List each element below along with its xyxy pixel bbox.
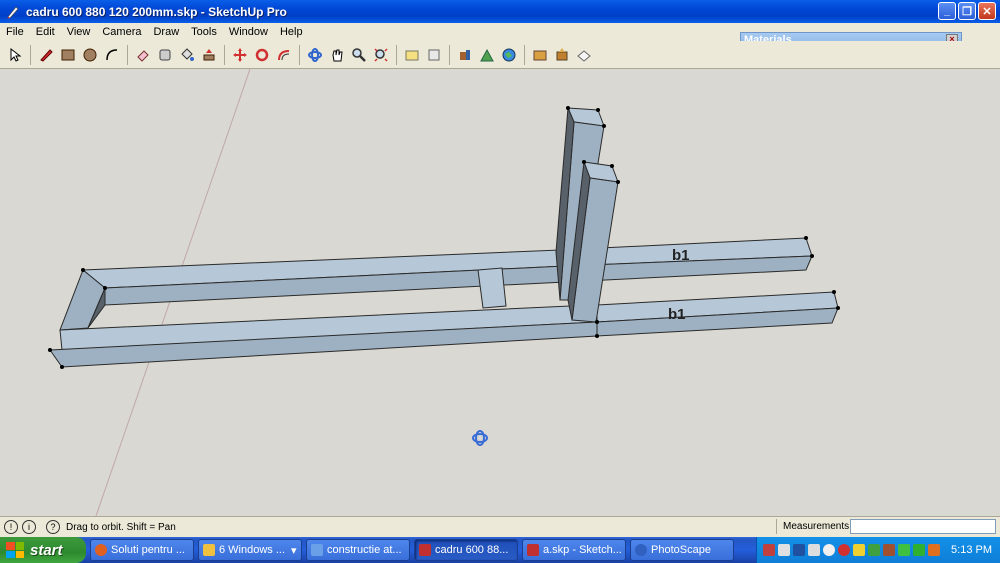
geo-icon[interactable] bbox=[499, 45, 519, 65]
measurements-label: Measurements bbox=[776, 519, 855, 534]
move-icon[interactable] bbox=[230, 45, 250, 65]
pan-icon[interactable] bbox=[327, 45, 347, 65]
taskbar-item-sketchup-a[interactable]: a.skp - Sketch... bbox=[522, 539, 626, 561]
measurements-input[interactable] bbox=[850, 519, 996, 534]
toolbar-separator bbox=[127, 44, 128, 65]
task-label: a.skp - Sketch... bbox=[543, 544, 622, 556]
beam-label-top: b1 bbox=[672, 247, 690, 264]
folder-icon bbox=[203, 544, 215, 556]
components-icon[interactable] bbox=[455, 45, 475, 65]
tray-icon[interactable] bbox=[793, 544, 805, 556]
close-button[interactable]: ✕ bbox=[978, 2, 996, 20]
toolbar-separator bbox=[299, 44, 300, 65]
model-canvas: b1 b1 bbox=[48, 69, 840, 516]
menu-file[interactable]: File bbox=[0, 26, 30, 38]
tray-icon[interactable] bbox=[913, 544, 925, 556]
toolbar-separator bbox=[524, 44, 525, 65]
menu-help[interactable]: Help bbox=[274, 26, 309, 38]
warehouse-icon[interactable] bbox=[477, 45, 497, 65]
sketchup-icon bbox=[419, 544, 431, 556]
firefox-icon bbox=[95, 544, 107, 556]
close-icon: ✕ bbox=[982, 5, 992, 18]
status-bar: ! i ? Drag to orbit. Shift = Pan Measure… bbox=[0, 516, 1000, 537]
pencil-icon[interactable] bbox=[36, 45, 56, 65]
credits-icon[interactable]: i bbox=[22, 520, 36, 534]
offset-icon[interactable] bbox=[274, 45, 294, 65]
task-label: constructie at... bbox=[327, 544, 402, 556]
volume-icon[interactable] bbox=[808, 544, 820, 556]
zoom-extents-icon[interactable] bbox=[371, 45, 391, 65]
task-label: 6 Windows ... bbox=[219, 544, 286, 556]
task-label: Soluti pentru ... bbox=[111, 544, 185, 556]
beam-middle-cross[interactable] bbox=[477, 267, 507, 309]
share-icon[interactable] bbox=[552, 45, 572, 65]
system-tray: 5:13 PM bbox=[756, 537, 1000, 563]
status-hint: Drag to orbit. Shift = Pan bbox=[66, 521, 176, 533]
tray-icon[interactable] bbox=[883, 544, 895, 556]
circle-icon[interactable] bbox=[80, 45, 100, 65]
document-icon bbox=[311, 544, 323, 556]
modeling-viewport[interactable]: b1 b1 bbox=[0, 69, 1000, 516]
texture-icon[interactable] bbox=[530, 45, 550, 65]
maximize-button[interactable]: ❐ bbox=[958, 2, 976, 20]
toolbar-separator bbox=[30, 44, 31, 65]
tray-icon[interactable] bbox=[868, 544, 880, 556]
start-label: start bbox=[30, 541, 63, 559]
taskbar-item-firefox[interactable]: Soluti pentru ... bbox=[90, 539, 194, 561]
menu-edit[interactable]: Edit bbox=[30, 26, 61, 38]
rotate-icon[interactable] bbox=[252, 45, 272, 65]
arc-icon[interactable] bbox=[102, 45, 122, 65]
photo-icon[interactable] bbox=[574, 45, 594, 65]
geo-location-icon[interactable]: ! bbox=[4, 520, 18, 534]
tray-icon[interactable] bbox=[838, 544, 850, 556]
toolbar-separator bbox=[396, 44, 397, 65]
main-toolbar bbox=[0, 41, 1000, 69]
orbit-cursor-icon bbox=[472, 430, 488, 446]
section-icon[interactable] bbox=[402, 45, 422, 65]
pushpull-icon[interactable] bbox=[199, 45, 219, 65]
sketchup-app-icon bbox=[6, 5, 20, 19]
taskbar-clock[interactable]: 5:13 PM bbox=[951, 544, 992, 556]
walk-icon[interactable] bbox=[424, 45, 444, 65]
minimize-icon: _ bbox=[943, 5, 951, 17]
tray-icon[interactable] bbox=[898, 544, 910, 556]
toolbar-separator bbox=[224, 44, 225, 65]
tray-icon[interactable] bbox=[778, 544, 790, 556]
minimize-button[interactable]: _ bbox=[938, 2, 956, 20]
menu-camera[interactable]: Camera bbox=[96, 26, 147, 38]
taskbar-item-sketchup-cadru[interactable]: cadru 600 88... bbox=[414, 539, 518, 561]
task-label: cadru 600 88... bbox=[435, 544, 509, 556]
select-icon[interactable] bbox=[5, 45, 25, 65]
menu-window[interactable]: Window bbox=[223, 26, 274, 38]
help-icon[interactable]: ? bbox=[46, 520, 60, 534]
zoom-icon[interactable] bbox=[349, 45, 369, 65]
menu-tools[interactable]: Tools bbox=[185, 26, 223, 38]
taskbar-item-photoscape[interactable]: PhotoScape bbox=[630, 539, 734, 561]
paint-bucket-icon[interactable] bbox=[177, 45, 197, 65]
windows-taskbar: start Soluti pentru ... 6 Windows ... ▾ c… bbox=[0, 537, 1000, 563]
task-label: PhotoScape bbox=[651, 544, 711, 556]
restore-icon: ❐ bbox=[962, 5, 972, 18]
menu-draw[interactable]: Draw bbox=[147, 26, 185, 38]
tray-icon[interactable] bbox=[928, 544, 940, 556]
taskbar-item-document[interactable]: constructie at... bbox=[306, 539, 410, 561]
orbit-icon[interactable] bbox=[305, 45, 325, 65]
menu-view[interactable]: View bbox=[61, 26, 97, 38]
window-title: cadru 600 880 120 200mm.skp - SketchUp P… bbox=[26, 4, 287, 19]
tape-measure-icon[interactable] bbox=[155, 45, 175, 65]
photoscape-icon bbox=[635, 544, 647, 556]
eraser-icon[interactable] bbox=[133, 45, 153, 65]
sketchup-icon bbox=[527, 544, 539, 556]
toolbar-separator bbox=[449, 44, 450, 65]
taskbar-item-explorer[interactable]: 6 Windows ... ▾ bbox=[198, 539, 302, 561]
start-button[interactable]: start bbox=[0, 537, 86, 563]
tray-icon[interactable] bbox=[853, 544, 865, 556]
group-chevron-icon: ▾ bbox=[291, 544, 297, 557]
title-bar: cadru 600 880 120 200mm.skp - SketchUp P… bbox=[0, 0, 1000, 23]
beam-label-bottom: b1 bbox=[668, 306, 686, 323]
tray-icon[interactable] bbox=[823, 544, 835, 556]
rectangle-icon[interactable] bbox=[58, 45, 78, 65]
tray-icon[interactable] bbox=[763, 544, 775, 556]
windows-flag-icon bbox=[6, 542, 24, 558]
